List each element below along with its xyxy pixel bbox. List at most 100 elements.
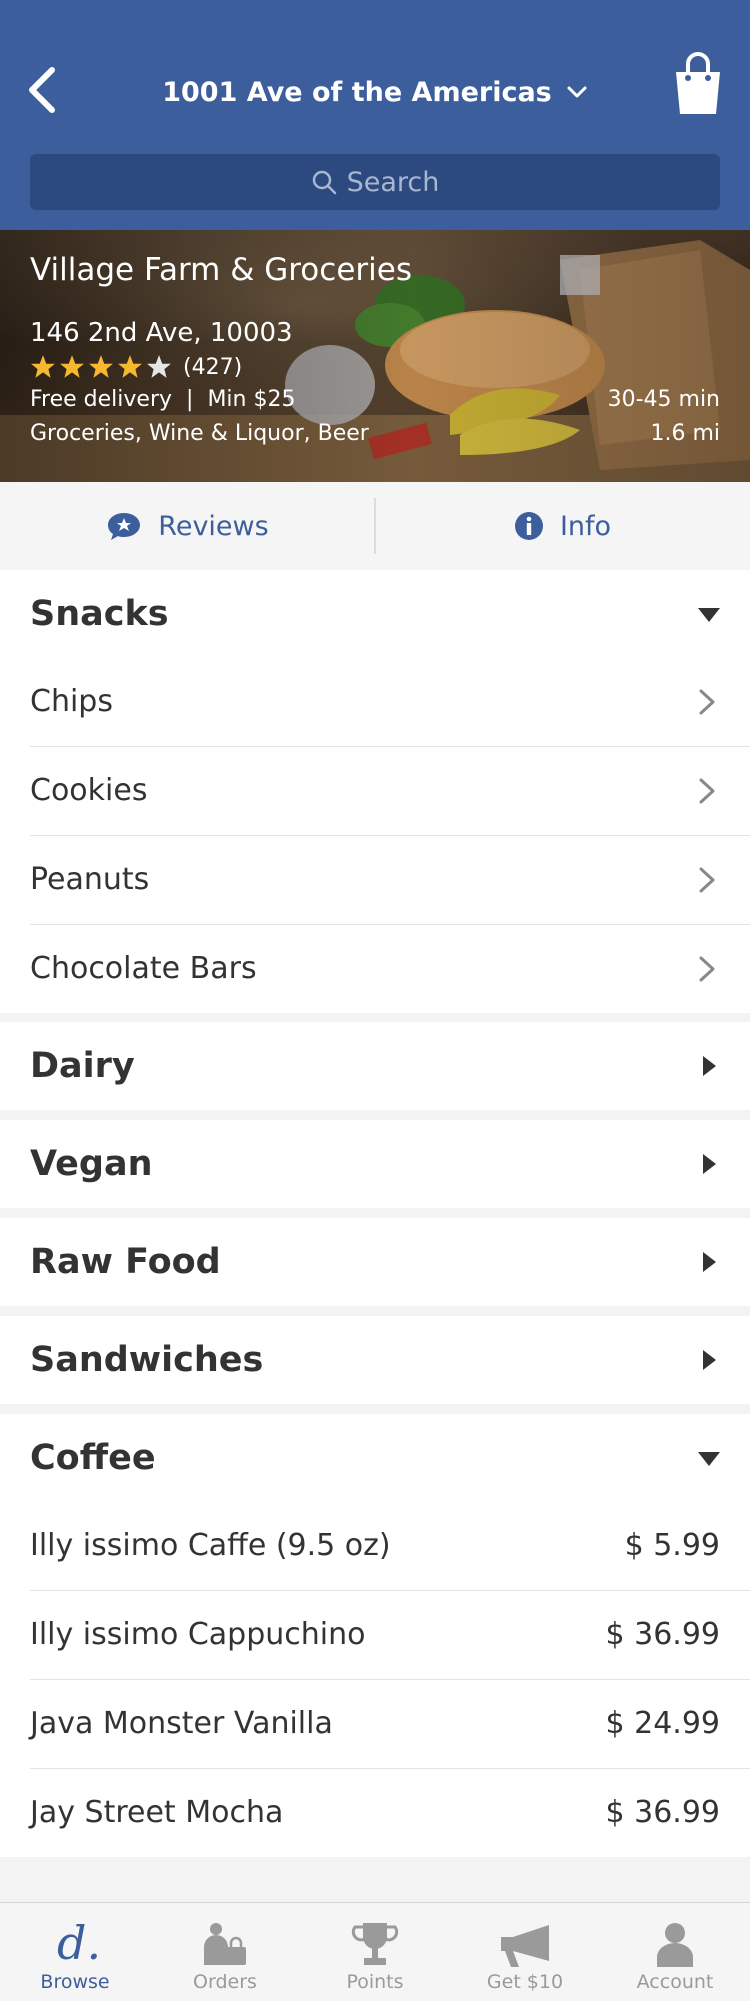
star-icon	[89, 355, 113, 378]
section-header-raw-food[interactable]: Raw Food	[0, 1218, 750, 1306]
separator: |	[186, 387, 194, 412]
delivery-eta: 30-45 min	[607, 387, 720, 412]
list-item-label: Chocolate Bars	[30, 951, 257, 986]
chevron-down-icon	[567, 86, 587, 98]
megaphone-icon	[501, 1925, 549, 1967]
product-row[interactable]: Illy issimo Caffe (9.5 oz) $ 5.99	[30, 1502, 750, 1591]
product-name: Illy issimo Cappuchino	[30, 1617, 366, 1652]
product-price: $ 24.99	[605, 1706, 720, 1741]
nav-points-label: Points	[346, 1971, 404, 1993]
back-button[interactable]	[24, 62, 64, 118]
tab-info[interactable]: Info	[375, 482, 750, 570]
section-title: Dairy	[30, 1046, 135, 1086]
list-item[interactable]: Chips	[30, 658, 750, 747]
delivery-info: Free delivery | Min $25	[30, 387, 295, 412]
star-icon	[31, 355, 55, 378]
section-title: Sandwiches	[30, 1340, 264, 1380]
location-selector[interactable]: 1001 Ave of the Americas	[150, 70, 600, 114]
caret-right-icon	[703, 1252, 716, 1272]
star-icon	[118, 355, 142, 378]
review-count: (427)	[183, 354, 243, 380]
caret-right-icon	[703, 1350, 716, 1370]
person-icon	[657, 1923, 693, 1967]
nav-referral-label: Get $10	[486, 1971, 564, 1993]
nav-points[interactable]: Points	[300, 1903, 450, 2001]
product-name: Jay Street Mocha	[30, 1795, 284, 1830]
product-row[interactable]: Java Monster Vanilla $ 24.99	[30, 1680, 750, 1769]
chevron-right-icon	[699, 867, 715, 893]
search-placeholder: Search	[346, 166, 440, 198]
product-price: $ 5.99	[624, 1528, 720, 1563]
section-header-dairy[interactable]: Dairy	[0, 1022, 750, 1110]
nav-browse[interactable]: d. Browse	[0, 1903, 150, 2001]
store-distance: 1.6 mi	[650, 421, 720, 446]
bottom-nav: d. Browse Orders Points Get $10 Account	[0, 1902, 750, 2001]
shopping-bag-button[interactable]	[670, 50, 726, 118]
nav-account[interactable]: Account	[600, 1903, 750, 2001]
store-rating: (427)	[30, 354, 242, 380]
product-row[interactable]: Jay Street Mocha $ 36.99	[30, 1769, 750, 1857]
star-icon	[147, 355, 171, 378]
app-header: 1001 Ave of the Americas Search	[0, 0, 750, 230]
section-title: Snacks	[30, 594, 169, 634]
tab-info-label: Info	[559, 510, 612, 542]
list-item-label: Cookies	[30, 773, 148, 808]
store-categories: Groceries, Wine & Liquor, Beer	[30, 421, 369, 446]
caret-down-icon	[698, 608, 720, 622]
chevron-right-icon	[699, 778, 715, 804]
list-item[interactable]: Chocolate Bars	[30, 925, 750, 1013]
product-name: Java Monster Vanilla	[30, 1706, 333, 1741]
browse-logo-icon: d.	[57, 1917, 97, 1967]
section-coffee: Coffee Illy issimo Caffe (9.5 oz) $ 5.99…	[0, 1414, 750, 1857]
delivery-fee: Free delivery	[30, 387, 173, 412]
search-icon	[312, 170, 336, 195]
section-sandwiches: Sandwiches	[0, 1316, 750, 1404]
store-tabs: Reviews Info	[0, 482, 750, 570]
product-price: $ 36.99	[605, 1617, 720, 1652]
location-label: 1001 Ave of the Americas	[162, 76, 552, 108]
caret-right-icon	[703, 1056, 716, 1076]
shopping-bag-icon	[676, 52, 720, 114]
search-input[interactable]: Search	[30, 154, 720, 210]
product-row[interactable]: Illy issimo Cappuchino $ 36.99	[30, 1591, 750, 1680]
star-rating	[30, 354, 175, 380]
section-title: Vegan	[30, 1144, 153, 1184]
section-header-vegan[interactable]: Vegan	[0, 1120, 750, 1208]
section-title: Coffee	[30, 1438, 156, 1478]
svg-text:d.: d.	[57, 1917, 97, 1967]
store-name: Village Farm & Groceries	[30, 252, 412, 288]
list-item[interactable]: Cookies	[30, 747, 750, 836]
chevron-right-icon	[699, 956, 715, 982]
store-hero: Village Farm & Groceries 146 2nd Ave, 10…	[0, 230, 750, 482]
tab-divider	[374, 498, 376, 554]
section-header-snacks[interactable]: Snacks	[0, 570, 750, 658]
nav-browse-label: Browse	[40, 1971, 110, 1993]
product-price: $ 36.99	[605, 1795, 720, 1830]
minimum-order: Min $25	[207, 387, 296, 412]
list-item-label: Chips	[30, 684, 113, 719]
reviews-speech-bubble-icon	[108, 513, 141, 540]
info-icon	[514, 512, 543, 540]
caret-down-icon	[698, 1452, 720, 1466]
nav-orders[interactable]: Orders	[150, 1903, 300, 2001]
caret-right-icon	[703, 1154, 716, 1174]
trophy-icon	[351, 1923, 399, 1965]
product-name: Illy issimo Caffe (9.5 oz)	[30, 1528, 391, 1563]
section-vegan: Vegan	[0, 1120, 750, 1208]
list-item[interactable]: Peanuts	[30, 836, 750, 925]
nav-referral[interactable]: Get $10	[450, 1903, 600, 2001]
section-header-coffee[interactable]: Coffee	[0, 1414, 750, 1502]
section-raw-food: Raw Food	[0, 1218, 750, 1306]
nav-orders-label: Orders	[193, 1971, 257, 1993]
nav-account-label: Account	[636, 1971, 714, 1993]
store-address: 146 2nd Ave, 10003	[30, 318, 293, 348]
tab-reviews-label: Reviews	[158, 510, 269, 542]
star-icon	[60, 355, 84, 378]
section-snacks: Snacks Chips Cookies Peanuts Chocolate B…	[0, 570, 750, 1013]
chevron-left-icon	[29, 67, 55, 113]
section-header-sandwiches[interactable]: Sandwiches	[0, 1316, 750, 1404]
section-title: Raw Food	[30, 1242, 221, 1282]
list-item-label: Peanuts	[30, 862, 150, 897]
tab-reviews[interactable]: Reviews	[0, 482, 375, 570]
section-dairy: Dairy	[0, 1022, 750, 1110]
